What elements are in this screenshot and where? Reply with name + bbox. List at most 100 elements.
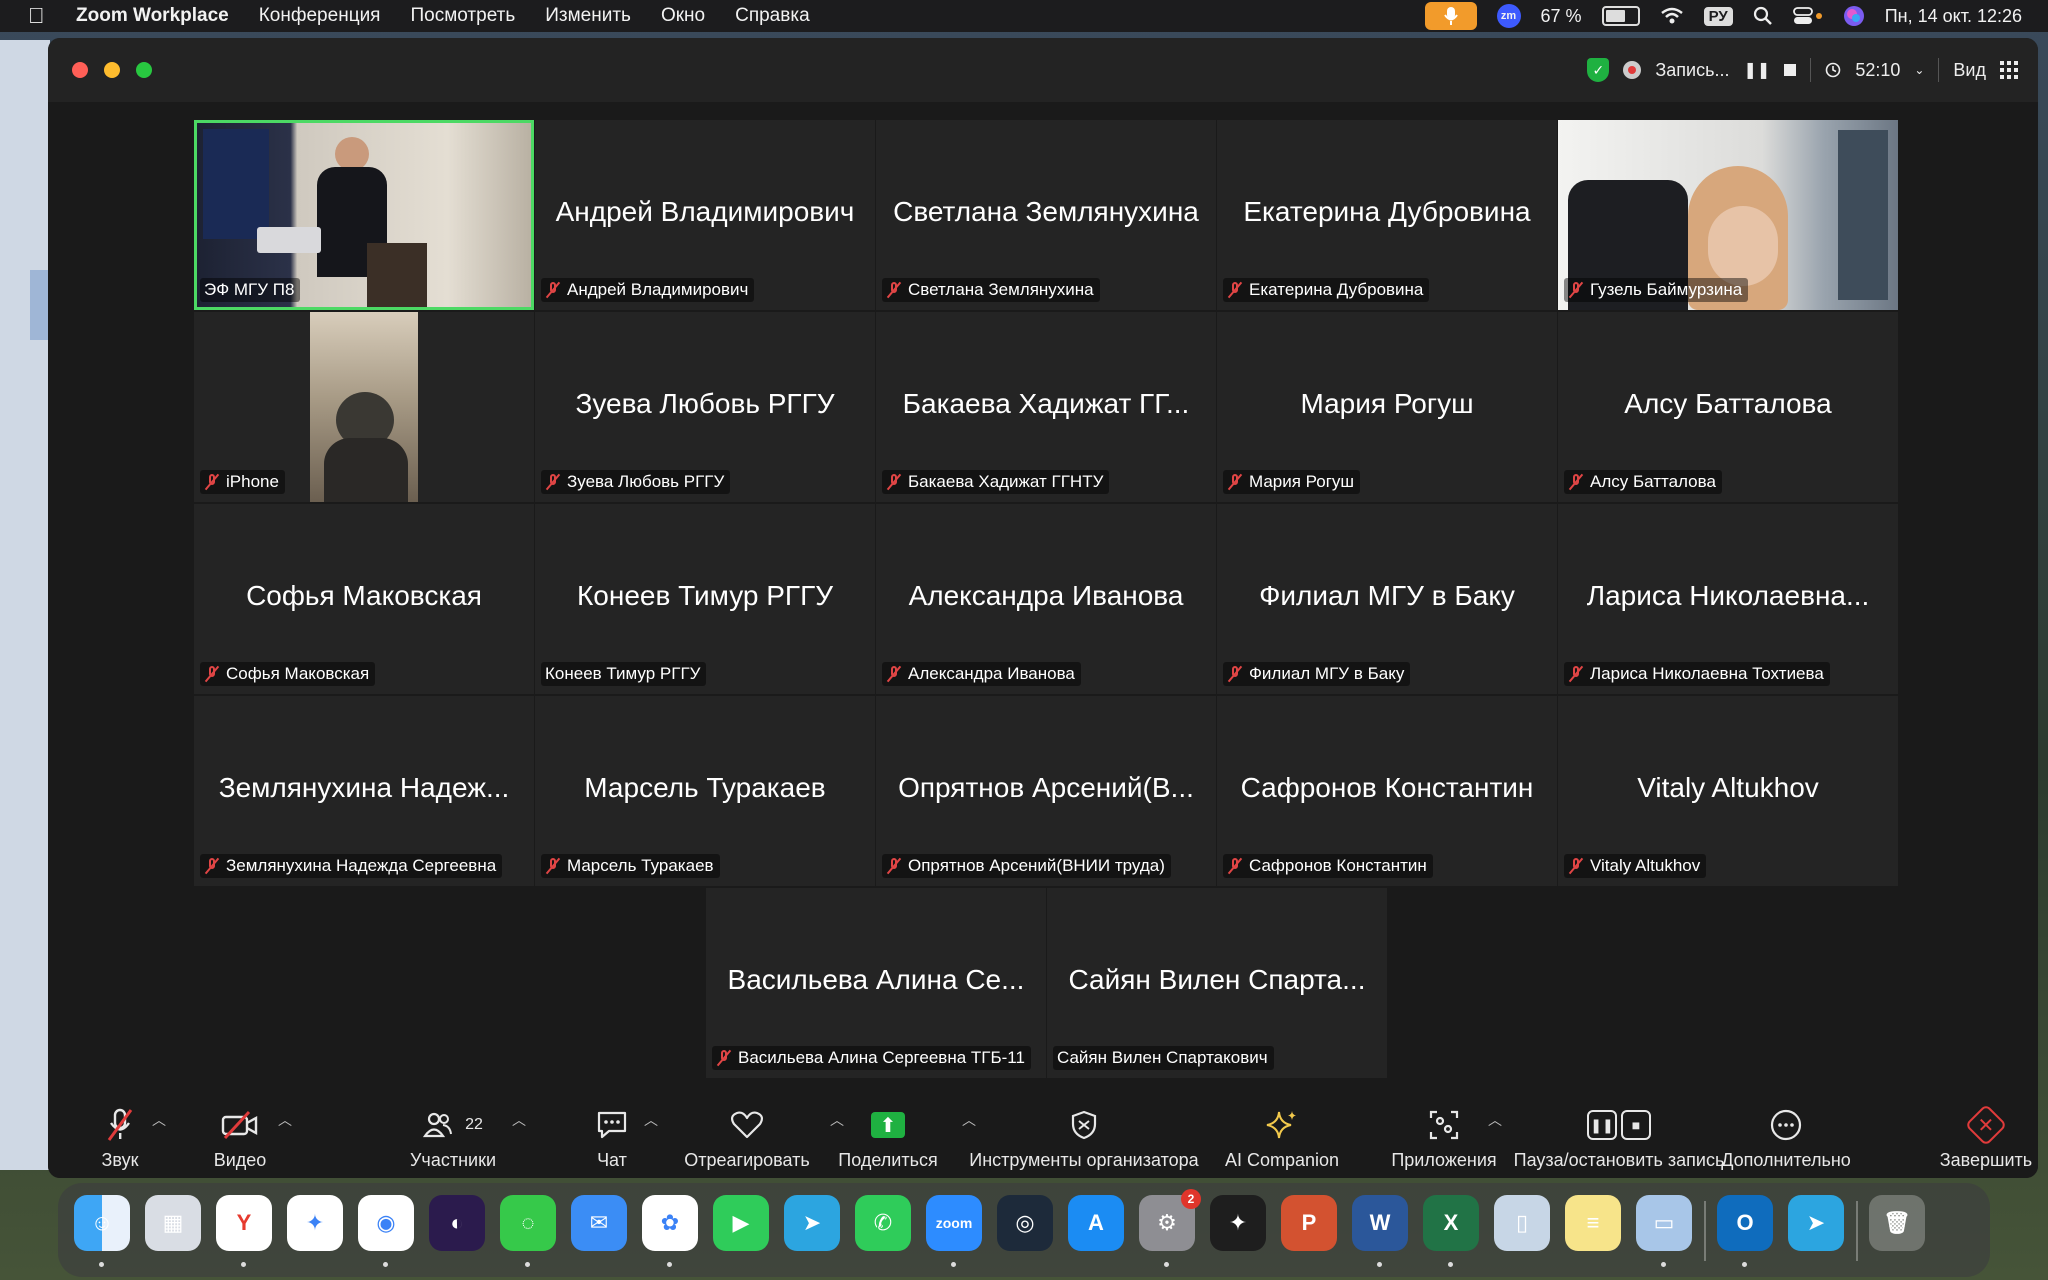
messages-icon[interactable]: ◌ [500, 1195, 556, 1251]
telegram-alt-icon[interactable]: ➤ [1788, 1195, 1844, 1251]
input-language[interactable]: РУ [1703, 6, 1733, 26]
safari-icon[interactable]: ✦ [287, 1195, 343, 1251]
participant-tile[interactable]: Александра Иванова Александра Иванова [876, 504, 1216, 694]
word-icon[interactable]: W [1352, 1195, 1408, 1251]
battery-icon[interactable] [1601, 6, 1640, 26]
ai-companion-button[interactable]: AI Companion [1214, 1088, 1350, 1178]
participant-tile[interactable]: iPhone [194, 312, 534, 502]
participant-tile[interactable]: Филиал МГУ в Баку Филиал МГУ в Баку [1217, 504, 1557, 694]
participant-tile[interactable]: Алсу Батталова Алсу Батталова [1558, 312, 1898, 502]
date-time[interactable]: Пн, 14 окт. 12:26 [1885, 6, 2022, 27]
files-icon[interactable]: ▯ [1494, 1195, 1550, 1251]
participants-icon: 22 [423, 1102, 483, 1148]
stop-recording-icon[interactable] [1784, 64, 1797, 76]
participant-tile[interactable]: Vitaly Altukhov Vitaly Altukhov [1558, 696, 1898, 886]
firefox-icon[interactable]: ◐ [429, 1195, 485, 1251]
menu-help[interactable]: Справка [735, 5, 810, 27]
participant-tile[interactable]: Бакаева Хадижат ГГ... Бакаева Хадижат ГГН… [876, 312, 1216, 502]
participant-tile[interactable]: ЭФ МГУ П8 [194, 120, 534, 310]
participant-display-name: Сайян Вилен Спарта... [1068, 964, 1366, 995]
preview-icon[interactable]: ▭ [1636, 1195, 1692, 1251]
mic-in-use-icon[interactable] [1424, 2, 1477, 30]
participant-tile[interactable]: Опрятнов Арсений(В... Опрятнов Арсений(ВН… [876, 696, 1216, 886]
close-window-icon[interactable] [72, 62, 88, 78]
chrome-icon[interactable]: ◉ [358, 1195, 414, 1251]
pause-recording-icon[interactable]: ❚❚ [1744, 60, 1771, 80]
meeting-timer[interactable]: 52:10 [1855, 60, 1900, 81]
video-options-chevron-icon[interactable]: ︿ [278, 1110, 292, 1130]
participant-tile[interactable]: Гузель Баймурзина [1558, 120, 1898, 310]
whatsapp-icon[interactable]: ✆ [855, 1195, 911, 1251]
audio-button[interactable]: Звук [90, 1088, 150, 1178]
host-tools-button[interactable]: Инструменты организатора [956, 1088, 1212, 1178]
audio-options-chevron-icon[interactable]: ︿ [152, 1110, 166, 1130]
participant-tile[interactable]: Марсель Туракаев Марсель Туракаев [535, 696, 875, 886]
participant-tile[interactable]: Сафронов Константин Сафронов Константин [1217, 696, 1557, 886]
facetime-icon[interactable]: ▶ [713, 1195, 769, 1251]
notes-icon[interactable]: ≡ [1565, 1195, 1621, 1251]
security-shield-icon[interactable]: ✓ [1587, 58, 1610, 82]
apple-icon[interactable]:  [28, 3, 58, 29]
zoom-icon[interactable]: zoom [926, 1195, 982, 1251]
more-button[interactable]: Дополнительно [1716, 1088, 1856, 1178]
end-meeting-button[interactable]: ✕ Завершить [1938, 1088, 2034, 1178]
participants-options-chevron-icon[interactable]: ︿ [512, 1110, 526, 1130]
participant-tile[interactable]: Васильева Алина Се... Васильева Алина Сер… [706, 888, 1046, 1078]
figma-icon[interactable]: ✦ [1210, 1195, 1266, 1251]
mail-icon[interactable]: ✉ [571, 1195, 627, 1251]
camera-app-icon[interactable]: ◎ [997, 1195, 1053, 1251]
share-button[interactable]: ⬆ Поделиться [828, 1088, 948, 1178]
participant-tile[interactable]: Андрей Владимирович Андрей Владимирович [535, 120, 875, 310]
outlook-icon[interactable]: O [1717, 1195, 1773, 1251]
participant-tile[interactable]: Екатерина Дубровина Екатерина Дубровина [1217, 120, 1557, 310]
launchpad-icon[interactable]: ▦ [145, 1195, 201, 1251]
photos-icon[interactable]: ✿ [642, 1195, 698, 1251]
participant-tile[interactable]: Зуева Любовь РГГУ Зуева Любовь РГГУ [535, 312, 875, 502]
window-titlebar: ✓ Запись... ❚❚ 52:10 ⌄ Вид [48, 38, 2038, 102]
react-button[interactable]: Отреагировать [676, 1088, 818, 1178]
video-button[interactable]: Видео [210, 1088, 270, 1178]
finder-icon[interactable]: ☺ [74, 1195, 130, 1251]
yandex-browser-icon[interactable]: Y [216, 1195, 272, 1251]
siri-icon[interactable] [1843, 5, 1865, 27]
chevron-down-icon[interactable]: ⌄ [1914, 63, 1924, 77]
menu-window[interactable]: Окно [661, 5, 705, 27]
zoom-menu-icon[interactable]: zm [1496, 4, 1521, 28]
minimize-window-icon[interactable] [104, 62, 120, 78]
menu-edit[interactable]: Изменить [545, 5, 631, 27]
running-app-indicator [667, 1262, 672, 1267]
participant-tile[interactable]: Светлана Землянухина Светлана Землянухина [876, 120, 1216, 310]
pause-stop-recording-button[interactable]: ❚❚ ■ Пауза/остановить запись [1484, 1088, 1754, 1178]
participant-tile[interactable]: Мария Рогуш Мария Рогуш [1217, 312, 1557, 502]
wifi-icon[interactable] [1660, 7, 1684, 25]
battery-percent: 67 % [1540, 5, 1582, 26]
view-button[interactable]: Вид [1953, 60, 1986, 81]
spotlight-search-icon[interactable] [1753, 6, 1773, 26]
trash-icon[interactable]: 🗑 [1869, 1195, 1925, 1251]
participant-tile[interactable]: Лариса Николаевна... Лариса Николаевна То… [1558, 504, 1898, 694]
excel-icon[interactable]: X [1423, 1195, 1479, 1251]
participant-name-label: Vitaly Altukhov [1564, 854, 1707, 878]
menu-conference[interactable]: Конференция [259, 5, 381, 27]
menu-app-name[interactable]: Zoom Workplace [76, 5, 229, 27]
participants-button[interactable]: 22 Участники [408, 1088, 498, 1178]
participant-name-label: Александра Иванова [882, 662, 1081, 686]
chat-button[interactable]: Чат [582, 1088, 642, 1178]
powerpoint-icon[interactable]: P [1281, 1195, 1337, 1251]
participant-display-name: Софья Маковская [246, 580, 482, 611]
ai-companion-label: AI Companion [1224, 1150, 1340, 1170]
app-store-icon[interactable]: A [1068, 1195, 1124, 1251]
participant-tile[interactable]: Конеев Тимур РГГУ Конеев Тимур РГГУ [535, 504, 875, 694]
grid-view-icon[interactable] [2000, 61, 2018, 79]
fullscreen-window-icon[interactable] [136, 62, 152, 78]
telegram-icon[interactable]: ➤ [784, 1195, 840, 1251]
participant-name-label: Опрятнов Арсений(ВНИИ труда) [882, 854, 1171, 878]
chat-options-chevron-icon[interactable]: ︿ [644, 1110, 658, 1130]
running-app-indicator [525, 1262, 530, 1267]
system-settings-icon[interactable]: ⚙ 2 [1139, 1189, 1201, 1251]
menu-view[interactable]: Посмотреть [410, 5, 515, 27]
participant-tile[interactable]: Софья Маковская Софья Маковская [194, 504, 534, 694]
participant-tile[interactable]: Сайян Вилен Спарта... Сайян Вилен Спартак… [1047, 888, 1387, 1078]
participant-tile[interactable]: Землянухина Надеж... Землянухина Надежда … [194, 696, 534, 886]
control-center-icon[interactable] [1792, 6, 1823, 26]
